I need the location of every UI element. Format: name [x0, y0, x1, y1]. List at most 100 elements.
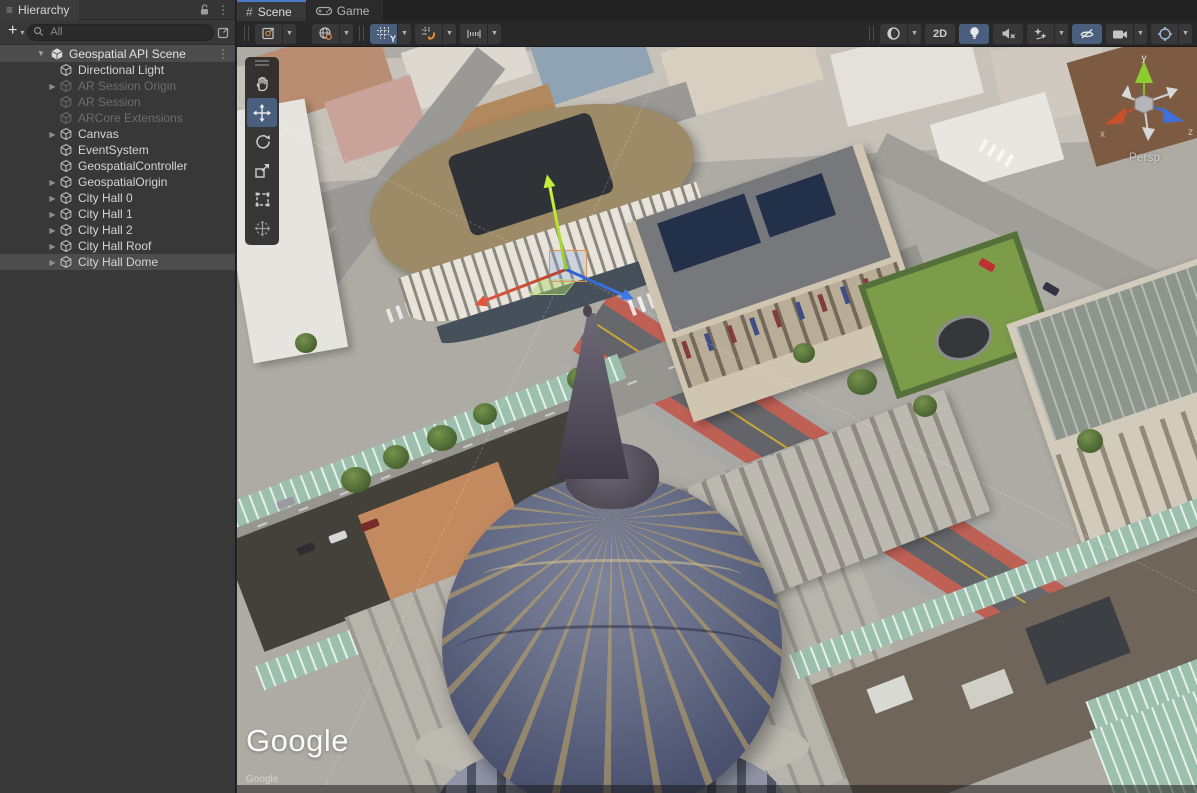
hierarchy-item[interactable]: ▶ City Hall 0 — [0, 190, 235, 206]
tab-game[interactable]: Game — [307, 0, 384, 21]
unity-editor-window: ≡ Hierarchy ⋮ + ▾ ▼ Geospatial API Scene — [0, 0, 1197, 793]
effects-caret-icon[interactable]: ▼ — [1055, 24, 1068, 44]
search-input[interactable] — [48, 25, 207, 39]
gizmo-cone-back — [1122, 85, 1132, 99]
gizmo-cone-x[interactable] — [1104, 107, 1126, 125]
expand-arrow-icon[interactable]: ▶ — [46, 130, 59, 139]
hierarchy-item[interactable]: GeospatialController — [0, 158, 235, 174]
2d-toggle-button[interactable]: 2D — [925, 24, 955, 44]
hierarchy-item[interactable]: Directional Light — [0, 62, 235, 78]
orientation-overlay-button[interactable]: ▼ — [1151, 24, 1192, 44]
hierarchy-item[interactable]: EventSystem — [0, 142, 235, 158]
scene-root-menu-icon[interactable]: ⋮ — [217, 47, 229, 61]
move-tool-button[interactable] — [247, 98, 277, 127]
draw-mode-caret-icon[interactable]: ▼ — [908, 24, 921, 44]
expand-arrow-icon[interactable]: ▶ — [46, 194, 59, 203]
hierarchy-item[interactable]: ▶GeospatialOrigin — [0, 174, 235, 190]
rect-tool-button[interactable] — [247, 185, 277, 214]
viewport-bottom-strip — [237, 785, 1197, 793]
spire-finial — [583, 305, 592, 317]
orientation-overlay-caret-icon[interactable]: ▼ — [1179, 24, 1192, 44]
snap-size-button[interactable]: ▼ — [460, 24, 501, 44]
eye-hidden-icon — [1079, 27, 1095, 40]
tree — [473, 403, 497, 425]
snap-size-icon — [466, 27, 482, 41]
lock-icon[interactable] — [199, 4, 210, 16]
rotate-tool-button[interactable] — [247, 127, 277, 156]
gizmo-cone-y[interactable] — [1135, 61, 1153, 83]
transform-tool-button[interactable] — [247, 214, 277, 243]
hierarchy-item-label: Canvas — [78, 127, 119, 141]
scale-tool-button[interactable] — [247, 156, 277, 185]
gizmo-cone-back — [1142, 127, 1155, 141]
hierarchy-item[interactable]: ▶City Hall Dome — [0, 254, 235, 270]
tab-scene[interactable]: # Scene — [237, 0, 306, 21]
tree — [341, 467, 371, 493]
tool-settings-button[interactable]: ▼ — [255, 24, 296, 44]
gizmo-axis-x-label: x — [1100, 129, 1105, 140]
scene-root-row[interactable]: ▼ Geospatial API Scene ⋮ — [0, 45, 235, 62]
effects-sparkle-icon — [1033, 26, 1048, 41]
hierarchy-item[interactable]: ▶ Canvas — [0, 126, 235, 142]
tool-settings-caret-icon[interactable]: ▼ — [283, 24, 296, 44]
expand-arrow-icon[interactable]: ▶ — [46, 82, 59, 91]
snap-size-caret-icon[interactable]: ▼ — [488, 24, 501, 44]
expand-arrow-icon[interactable]: ▶ — [46, 226, 59, 235]
tree — [1077, 429, 1103, 453]
hierarchy-item-label: City Hall 0 — [78, 191, 133, 205]
scene-visibility-button[interactable] — [1072, 24, 1102, 44]
hierarchy-item[interactable]: ▶City Hall Roof — [0, 238, 235, 254]
gizmo-axis-z-label: z — [1188, 127, 1193, 138]
tree — [295, 333, 317, 353]
expand-arrow-icon[interactable]: ▶ — [46, 258, 59, 267]
grid-axis-button[interactable]: Y ▼ — [370, 24, 411, 44]
google-attribution: Google — [246, 774, 278, 785]
overlay-drag-handle[interactable] — [244, 26, 249, 41]
overlay-drag-handle[interactable] — [869, 26, 874, 41]
scene-toolbar: ▼ ▼ Y ▼ ▼ ▼ — [237, 21, 1197, 47]
expand-arrow-icon[interactable]: ▶ — [46, 210, 59, 219]
effects-button[interactable]: ▼ — [1027, 24, 1068, 44]
tree — [793, 343, 815, 363]
create-object-button[interactable]: + — [5, 24, 18, 40]
handle-orientation-button[interactable]: ▼ — [312, 24, 353, 44]
hierarchy-item[interactable]: ▶ AR Session Origin — [0, 78, 235, 94]
collapse-arrow-icon[interactable]: ▼ — [34, 49, 48, 58]
city-hall-dome — [442, 475, 782, 793]
handle-orientation-caret-icon[interactable]: ▼ — [340, 24, 353, 44]
hierarchy-tree: ▼ Geospatial API Scene ⋮ Directional Lig… — [0, 45, 235, 270]
scene-view-panel: # Scene Game ▼ ▼ Y — [237, 0, 1197, 793]
camera-settings-button[interactable]: ▼ — [1106, 24, 1147, 44]
scene-3d-viewport[interactable]: y x z Persp — [237, 47, 1197, 793]
view-orientation-gizmo[interactable]: y x z Persp — [1092, 55, 1197, 205]
gizmo-cone-z[interactable] — [1162, 107, 1184, 123]
expand-arrow-icon[interactable]: ▶ — [46, 242, 59, 251]
draw-mode-button[interactable]: ▼ — [880, 24, 921, 44]
search-picker-icon[interactable] — [217, 26, 230, 39]
lighting-toggle-button[interactable] — [959, 24, 989, 44]
grid-axis-caret-icon[interactable]: ▼ — [398, 24, 411, 44]
hierarchy-item[interactable]: ▶ City Hall 1 — [0, 206, 235, 222]
gizmo-center-cube[interactable] — [1135, 95, 1153, 113]
overlay-drag-handle[interactable] — [359, 26, 364, 41]
hierarchy-item[interactable]: ARCore Extensions — [0, 110, 235, 126]
hierarchy-search[interactable] — [27, 24, 214, 41]
hierarchy-item[interactable]: AR Session — [0, 94, 235, 110]
projection-label[interactable]: Persp — [1092, 150, 1197, 164]
view-tool-button[interactable] — [247, 69, 277, 98]
snap-increment-button[interactable]: ▼ — [415, 24, 456, 44]
create-object-caret-icon[interactable]: ▾ — [20, 28, 24, 37]
camera-settings-caret-icon[interactable]: ▼ — [1134, 24, 1147, 44]
audio-toggle-button[interactable] — [993, 24, 1023, 44]
gizmo-axis-y-arrowhead-icon — [541, 173, 555, 188]
hierarchy-item[interactable]: ▶City Hall 2 — [0, 222, 235, 238]
move-icon — [253, 104, 271, 122]
snap-increment-caret-icon[interactable]: ▼ — [443, 24, 456, 44]
expand-arrow-icon[interactable]: ▶ — [46, 178, 59, 187]
tools-drag-handle[interactable] — [255, 60, 269, 66]
hierarchy-item-label: AR Session Origin — [78, 79, 176, 93]
tab-hierarchy[interactable]: ≡ Hierarchy — [0, 0, 79, 20]
hierarchy-menu-icon[interactable]: ⋮ — [217, 3, 229, 17]
hierarchy-toolbar: + ▾ — [0, 20, 235, 45]
hierarchy-item-label: City Hall 1 — [78, 207, 133, 221]
